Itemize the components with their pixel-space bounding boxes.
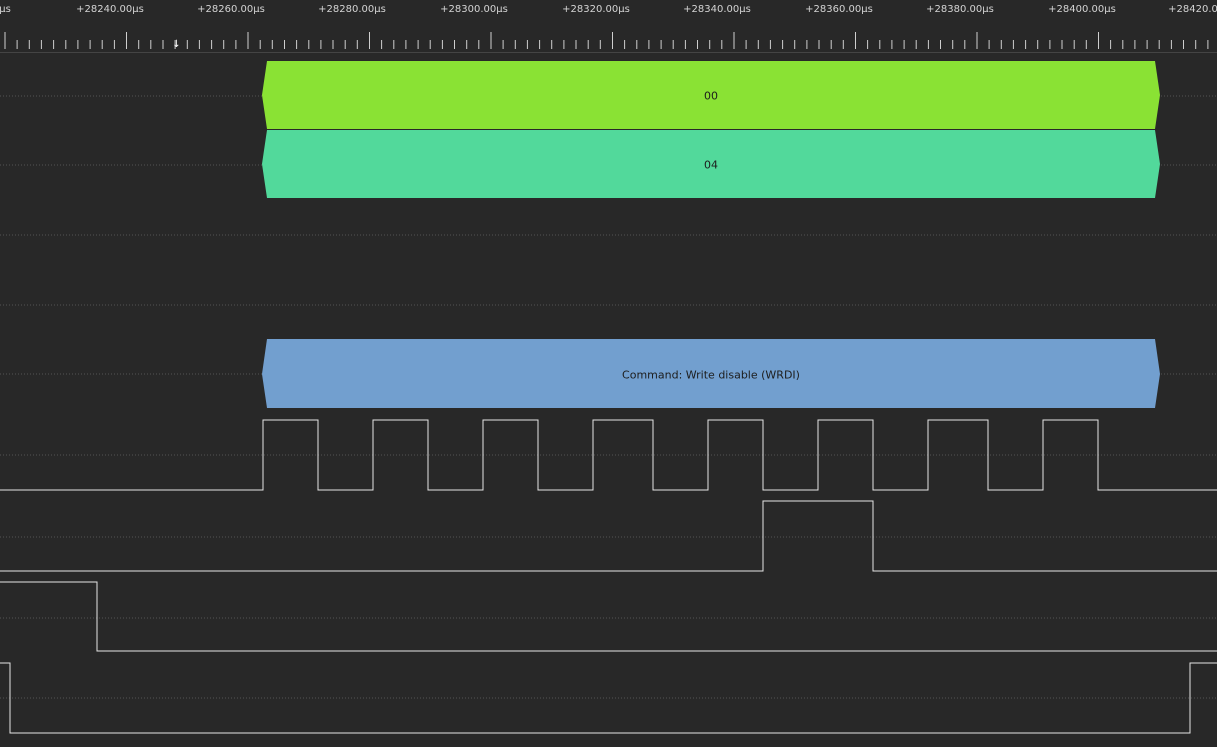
miso-byte-value: 04 (704, 158, 718, 172)
clk-trace[interactable] (0, 419, 1217, 491)
logic-analyzer-viewer[interactable]: μs +28240.00μs +28260.00μs +28280.00μs +… (0, 0, 1217, 747)
mosi-byte-value: 00 (704, 89, 718, 103)
data-trace[interactable] (0, 500, 1217, 572)
waveform-canvas (0, 61, 1217, 734)
cs-trace[interactable] (0, 662, 1217, 734)
ruler-ticks (4, 32, 1209, 49)
signal-trace[interactable] (0, 581, 1217, 652)
waveform-area[interactable]: 00 04 Command: Write disable (WRDI) (0, 53, 1217, 747)
command-label: Command: Write disable (WRDI) (622, 368, 800, 382)
time-ruler[interactable]: μs +28240.00μs +28260.00μs +28280.00μs +… (0, 0, 1217, 53)
down-arrow-icon[interactable]: ↓ (172, 40, 181, 50)
